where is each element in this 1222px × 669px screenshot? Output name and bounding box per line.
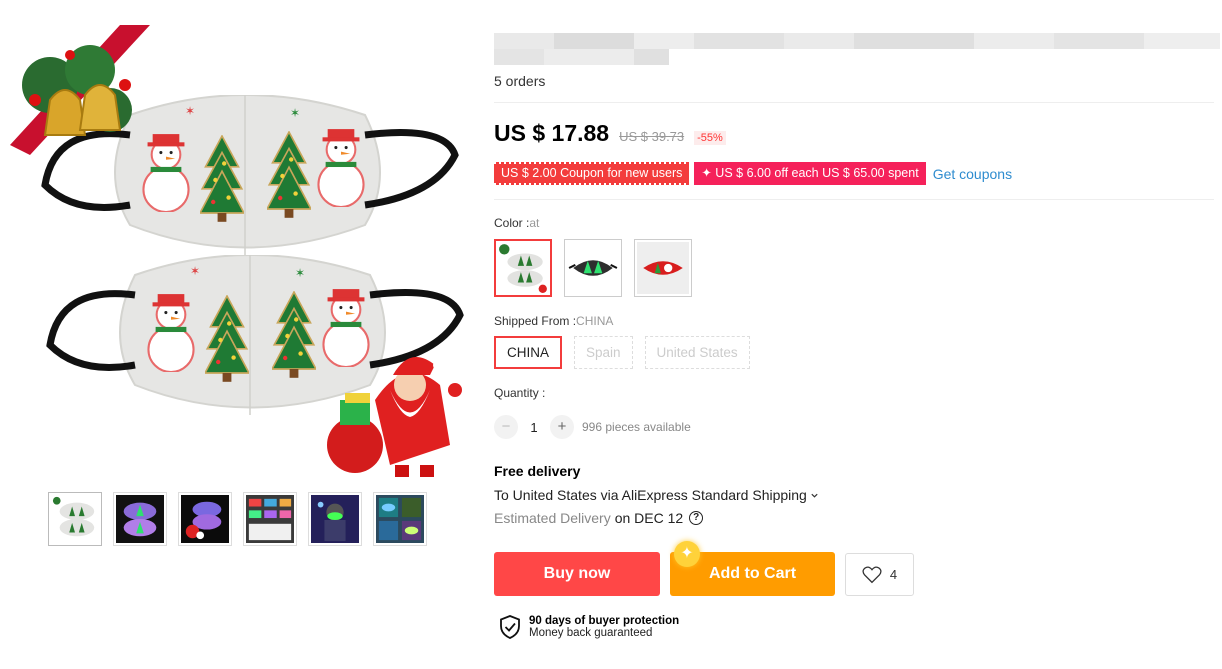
chevron-down-icon <box>811 493 818 498</box>
heart-icon <box>862 565 882 583</box>
protection-title: 90 days of buyer protection <box>529 615 680 627</box>
product-photo: ✶✶ <box>10 25 470 477</box>
quantity-plus-button[interactable]: + <box>550 415 574 439</box>
free-delivery-heading: Free delivery <box>494 463 581 479</box>
sparkle-icon: ✦ <box>674 541 700 567</box>
quantity-stepper: − 1 + 996 pieces available <box>494 415 691 439</box>
pieces-available: 996 pieces available <box>582 420 691 434</box>
buyer-protection: 90 days of buyer protection Money back g… <box>499 615 679 639</box>
price-row: US $ 17.88 US $ 39.73 -55% <box>494 120 726 147</box>
shipped-from-label: Shipped From :CHINA <box>494 314 613 328</box>
blurred-title <box>494 33 1220 66</box>
new-user-coupon[interactable]: US $ 2.00 Coupon for new users <box>494 162 690 185</box>
get-coupons-link[interactable]: Get coupons <box>933 166 1012 182</box>
estimated-delivery-label: Estimated Delivery <box>494 510 611 526</box>
ship-from-united-states[interactable]: United States <box>644 336 750 369</box>
thumbnail-glow-masks-santa[interactable] <box>178 492 232 546</box>
shipping-method[interactable]: To United States via AliExpress Standard… <box>494 487 819 503</box>
thumbnail-person-glow-mask[interactable] <box>308 492 362 546</box>
quantity-label: Quantity : <box>494 386 546 400</box>
color-swatch-red-green[interactable] <box>634 239 692 297</box>
color-label-text: Color : <box>494 216 530 230</box>
shipping-route-text: To United States via AliExpress Standard… <box>494 487 807 503</box>
quantity-value[interactable]: 1 <box>518 420 550 435</box>
shield-check-icon <box>500 615 520 639</box>
buy-now-button[interactable]: Buy now <box>494 552 660 596</box>
coupon-row: US $ 2.00 Coupon for new users ✦ US $ 6.… <box>494 162 1012 185</box>
estimated-delivery-date: on DEC 12 <box>614 510 684 526</box>
shipped-from-selected: CHINA <box>576 314 614 328</box>
spend-coupon[interactable]: ✦ US $ 6.00 off each US $ 65.00 spent <box>694 162 926 185</box>
color-swatch-snowman[interactable] <box>494 239 552 297</box>
orders-count: 5 orders <box>494 73 546 89</box>
protection-subtitle: Money back guaranteed <box>529 627 653 639</box>
discount-badge: -55% <box>694 131 726 145</box>
color-label: Color :at <box>494 216 539 230</box>
wishlist-button[interactable]: 4 <box>845 553 914 596</box>
thumbnail-assorted-masks[interactable] <box>373 492 427 546</box>
main-product-image[interactable]: ✶✶ <box>10 25 470 480</box>
ship-from-china[interactable]: CHINA <box>494 336 563 369</box>
thumbnail-multi-color-masks[interactable] <box>243 492 297 546</box>
color-swatch-dark-tree[interactable] <box>564 239 622 297</box>
quantity-minus-button[interactable]: − <box>494 415 518 439</box>
ship-from-spain[interactable]: Spain <box>574 336 633 369</box>
thumbnail-purple-glow-masks[interactable] <box>113 492 167 546</box>
original-price: US $ 39.73 <box>619 129 685 144</box>
help-icon[interactable]: ? <box>689 511 704 525</box>
color-swatches <box>494 239 692 297</box>
estimated-delivery: Estimated Delivery on DEC 12 ? <box>494 510 704 526</box>
color-selected-value: at <box>529 216 540 230</box>
shipped-from-label-text: Shipped From : <box>494 314 577 328</box>
divider <box>494 102 1214 103</box>
ship-from-options: CHINA Spain United States <box>494 336 750 369</box>
wishlist-count: 4 <box>889 567 898 582</box>
thumbnail-strip <box>48 492 427 546</box>
thumbnail-snowman-masks[interactable] <box>48 492 102 546</box>
divider <box>494 199 1214 200</box>
current-price: US $ 17.88 <box>494 120 610 146</box>
